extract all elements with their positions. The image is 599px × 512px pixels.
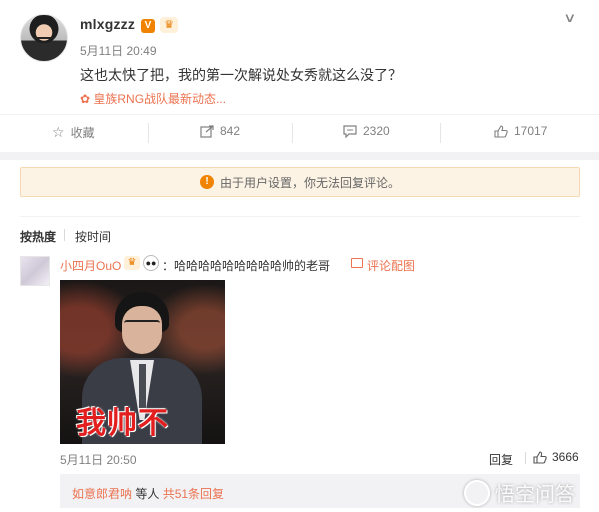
- reply-disabled-notice: ! 由于用户设置，你无法回复评论。: [20, 167, 580, 197]
- member-crown-icon: ♛: [124, 256, 140, 270]
- watermark-text: 悟空问答: [495, 484, 575, 506]
- chevron-down-icon[interactable]: ∨: [563, 10, 576, 26]
- thumbs-up-icon: [533, 450, 547, 464]
- flower-icon: ✿: [80, 92, 94, 106]
- sub-reply-user[interactable]: 如意郎君呐: [72, 487, 132, 501]
- sub-reply-count-link[interactable]: 共51条回复: [163, 487, 224, 501]
- meme-caption: 我帅不: [76, 406, 169, 441]
- section-separator: [0, 152, 599, 160]
- favorite-button[interactable]: ☆ 收藏: [52, 124, 95, 141]
- meme-glasses: [124, 320, 160, 330]
- star-icon: ☆: [52, 124, 65, 140]
- verified-v-icon: V: [141, 19, 155, 33]
- comment-count: 2320: [363, 124, 390, 138]
- comment-like-count: 3666: [552, 450, 579, 464]
- action-divider: [148, 123, 149, 143]
- like-count: 17017: [514, 124, 548, 138]
- warning-icon: !: [199, 175, 214, 189]
- like-button[interactable]: 17017: [494, 124, 547, 138]
- avatar-glasses-detail: [34, 37, 54, 43]
- comment-timestamp: 5月11日 20:50: [60, 453, 137, 467]
- member-crown-icon: ♛: [160, 17, 178, 33]
- repost-count: 842: [220, 124, 241, 138]
- repost-button[interactable]: 842: [200, 124, 240, 138]
- reply-like-divider: [525, 452, 526, 464]
- sort-divider: [64, 229, 65, 241]
- comment-image[interactable]: 我帅不: [60, 280, 225, 444]
- comment-button[interactable]: 2320: [343, 124, 390, 138]
- post-text: 这也太快了把，我的第一次解说处女秀就这么没了？: [80, 67, 402, 83]
- comment-text: ：哈哈哈哈哈哈哈哈哈帅的老哥: [162, 259, 331, 273]
- post-author-name[interactable]: mlxgzzz: [80, 16, 135, 32]
- repost-icon: [200, 124, 214, 138]
- comment-image-link[interactable]: 评论配图: [367, 257, 415, 274]
- sub-reply-summary[interactable]: 如意郎君呐 等人 共51条回复: [72, 485, 224, 502]
- post-timestamp[interactable]: 5月11日 20:49: [80, 42, 157, 59]
- commenter-name[interactable]: 小四月OuO: [60, 257, 121, 274]
- sub-reply-mid: 等人: [132, 487, 163, 501]
- commenter-avatar[interactable]: [20, 256, 50, 286]
- divider: [20, 216, 580, 217]
- action-divider: [292, 123, 293, 143]
- comment-reply-button[interactable]: 回复: [489, 451, 513, 468]
- wukong-logo-icon: [464, 479, 490, 506]
- divider: [0, 114, 599, 115]
- favorite-label: 收藏: [70, 126, 95, 140]
- watermark: 悟空问答: [464, 478, 575, 507]
- post-source[interactable]: ✿ 皇族RNG战队最新动态...: [80, 90, 226, 107]
- sort-by-time-tab[interactable]: 按时间: [75, 228, 111, 245]
- comment-like-button[interactable]: 3666: [533, 450, 579, 464]
- sort-by-hot-tab[interactable]: 按热度: [20, 228, 56, 245]
- image-icon: [351, 258, 363, 268]
- meme-face: [122, 306, 162, 354]
- thumbs-up-icon: [494, 124, 508, 138]
- action-divider: [440, 123, 441, 143]
- comment-icon: [343, 124, 357, 138]
- post-source-label: 皇族RNG战队最新动态...: [93, 92, 227, 106]
- notice-text: 由于用户设置，你无法回复评论。: [219, 175, 400, 190]
- panda-badge-icon: ●●: [143, 255, 159, 271]
